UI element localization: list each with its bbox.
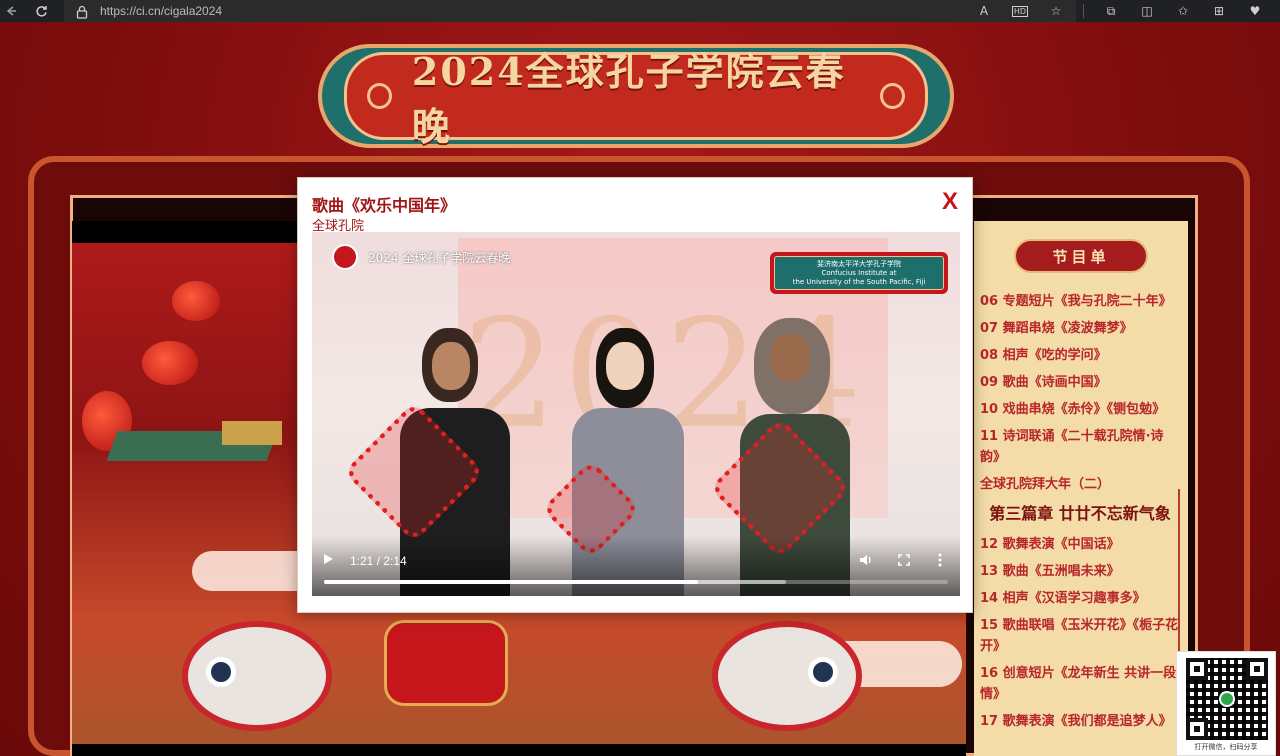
video-controls: 1:21 / 2:14 xyxy=(312,536,960,596)
split-screen-icon[interactable]: ◫ xyxy=(1138,3,1156,19)
qr-finder xyxy=(1186,718,1208,740)
program-title-badge: 节目单 xyxy=(1014,239,1148,273)
gala-banner: 2024全球孔子学院云春晚 xyxy=(318,44,954,149)
read-aloud-icon[interactable]: A xyxy=(975,3,993,19)
share-qr-code[interactable]: 打开微信，扫码分享 xyxy=(1176,651,1276,756)
scene-bottom-band xyxy=(72,744,966,756)
program-item[interactable]: 12 歌舞表演《中国话》 xyxy=(980,534,1180,555)
program-section-heading: 第三篇章 廿廿不忘新气象 xyxy=(989,504,1171,523)
drum-image xyxy=(384,620,508,706)
institute-name-en-1: Confucius Institute at xyxy=(821,268,897,277)
hd-label: HD xyxy=(1011,5,1029,17)
read-aloud-label: A xyxy=(979,4,989,18)
lion-dance-head-left xyxy=(182,621,332,731)
seek-bar[interactable] xyxy=(324,580,948,584)
program-list: 06 专题短片《我与孔院二十年》 07 舞蹈串烧《凌波舞梦》 08 相声《吃的学问》… xyxy=(980,291,1180,738)
refresh-icon[interactable] xyxy=(30,0,52,22)
url-text[interactable]: https://ci.cn/cigala2024 xyxy=(100,4,222,18)
extensions-icon[interactable]: ⧉ xyxy=(1102,3,1120,19)
banner-title: 2024全球孔子学院云春晚 xyxy=(411,49,846,149)
video-modal: 歌曲《欢乐中国年》 全球孔院 X 2024 2024 全球孔子学院云春晚 斐济南… xyxy=(297,177,973,613)
favorites-bar-icon[interactable]: ✩ xyxy=(1174,3,1192,19)
performer-face xyxy=(432,342,470,390)
favorite-icon[interactable]: ☆ xyxy=(1047,3,1065,19)
knot-ornament-right xyxy=(880,83,905,109)
banner-plate: 2024全球孔子学院云春晚 xyxy=(344,49,928,149)
program-item[interactable]: 07 舞蹈串烧《凌波舞梦》 xyxy=(980,318,1180,339)
lock-icon[interactable] xyxy=(76,4,90,19)
watermark-text: 2024 全球孔子学院云春晚 xyxy=(368,250,511,265)
time-display: 1:21 / 2:14 xyxy=(350,554,407,568)
institute-name-cn: 斐济南太平洋大学孔子学院 xyxy=(817,259,901,268)
program-item[interactable]: 13 歌曲《五洲唱未来》 xyxy=(980,561,1180,582)
volume-icon[interactable] xyxy=(858,552,874,568)
collections-icon[interactable]: ⊞ xyxy=(1210,3,1228,19)
address-bar[interactable]: https://ci.cn/cigala2024 xyxy=(64,0,1076,22)
modal-title: 歌曲《欢乐中国年》 xyxy=(312,196,457,215)
lion-dance-head-right xyxy=(712,621,862,731)
lantern-image xyxy=(172,281,220,321)
qr-caption: 打开微信，扫码分享 xyxy=(1194,743,1258,751)
program-item[interactable]: 10 戏曲串烧《赤伶》《铡包勉》 xyxy=(980,399,1180,420)
video-player[interactable]: 2024 2024 全球孔子学院云春晚 斐济南太平洋大学孔子学院 Confuci… xyxy=(312,232,960,596)
program-item[interactable]: 11 诗词联诵《二十载孔院情·诗韵》 xyxy=(980,426,1180,468)
program-item[interactable]: 08 相声《吃的学问》 xyxy=(980,345,1180,366)
fullscreen-icon[interactable] xyxy=(896,552,912,568)
performer-face xyxy=(770,334,810,382)
institute-badge: 斐济南太平洋大学孔子学院 Confucius Institute at the … xyxy=(770,252,948,294)
wechat-logo-icon xyxy=(1219,691,1235,707)
program-item[interactable]: 09 歌曲《诗画中国》 xyxy=(980,372,1180,393)
qr-finder xyxy=(1246,658,1268,680)
lion-eye xyxy=(808,657,838,687)
more-options-icon[interactable] xyxy=(932,552,948,568)
program-item[interactable]: 17 歌舞表演《我们都是追梦人》 xyxy=(980,711,1180,732)
pavilion-tower xyxy=(222,421,282,445)
lion-eye xyxy=(206,657,236,687)
program-list-panel: 节目单 06 专题短片《我与孔院二十年》 07 舞蹈串烧《凌波舞梦》 08 相声《吃… xyxy=(974,221,1188,756)
lantern-image xyxy=(142,341,198,385)
played-progress xyxy=(324,580,699,584)
close-button[interactable]: X xyxy=(942,188,958,216)
program-title: 节目单 xyxy=(1052,247,1110,266)
program-item[interactable]: 15 歌曲联唱《玉米开花》《栀子花开》 xyxy=(980,615,1180,657)
hd-icon[interactable]: HD xyxy=(1011,3,1029,19)
knot-ornament-left xyxy=(367,83,392,109)
qr-finder xyxy=(1186,658,1208,680)
play-icon[interactable] xyxy=(322,553,340,571)
program-item[interactable]: 16 创意短片《龙年新生 共讲一段情》 xyxy=(980,663,1180,705)
browser-essentials-icon[interactable]: ♥ xyxy=(1246,3,1264,19)
institute-name-en-2: the University of the South Pacific, Fij… xyxy=(792,277,926,286)
performer-face xyxy=(606,342,644,390)
toolbar-divider xyxy=(1083,4,1084,18)
program-item[interactable]: 全球孔院拜大年（二） xyxy=(980,474,1180,495)
ci-logo-icon xyxy=(332,244,358,270)
program-item[interactable]: 14 相声《汉语学习趣事多》 xyxy=(980,588,1180,609)
video-watermark-logo: 2024 全球孔子学院云春晚 xyxy=(332,244,510,270)
browser-toolbar: https://ci.cn/cigala2024 A HD ☆ ⧉ ◫ ✩ ⊞ … xyxy=(0,0,1280,22)
program-item[interactable]: 06 专题短片《我与孔院二十年》 xyxy=(980,291,1180,312)
back-icon[interactable] xyxy=(0,0,22,22)
